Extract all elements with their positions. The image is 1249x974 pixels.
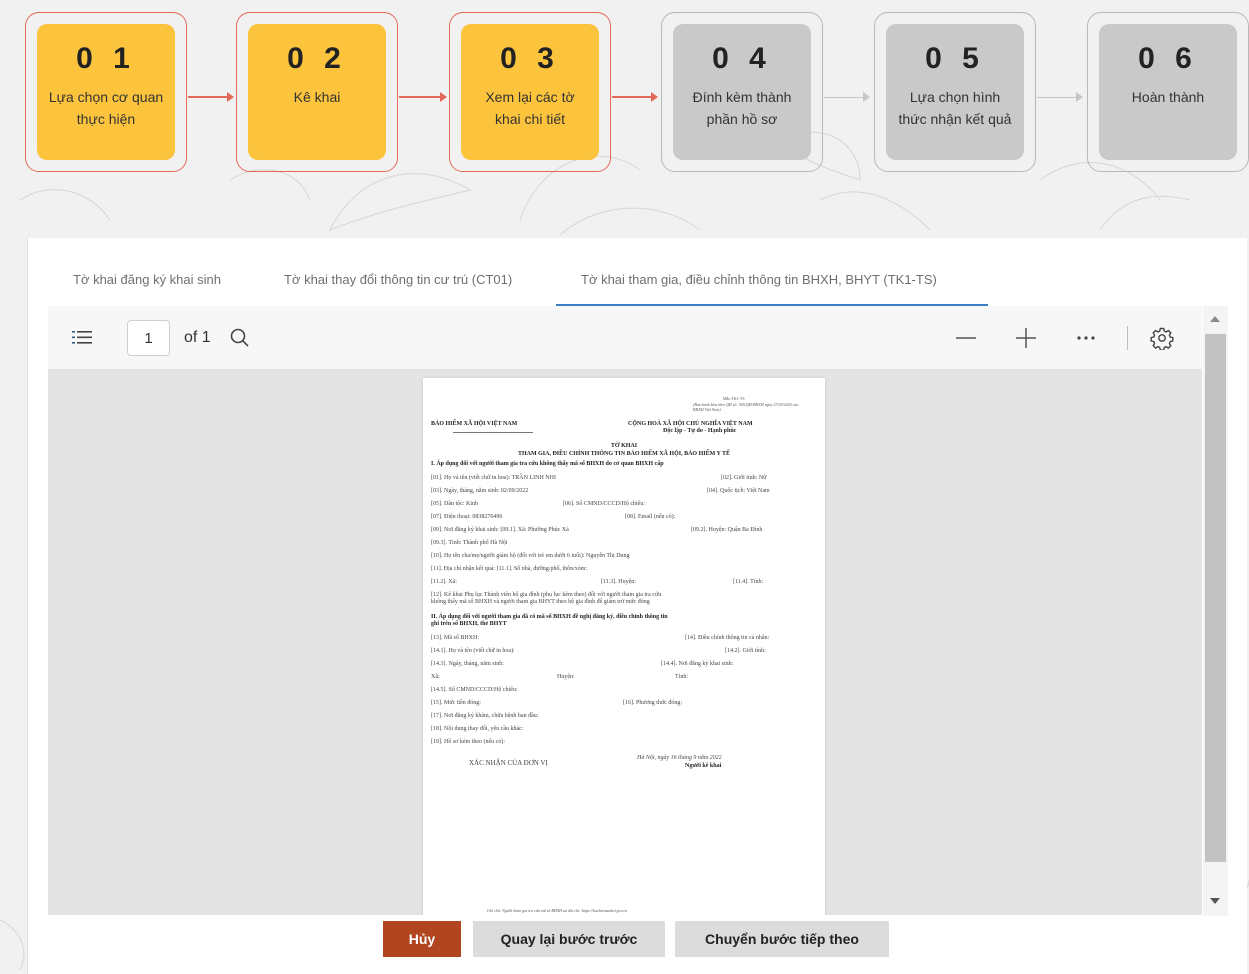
signer-label: Người kê khai bbox=[685, 763, 722, 769]
pdf-page: Mẫu TK1-TS (Ban hành kèm theo QĐ số: 505… bbox=[423, 378, 825, 915]
confirm-label: XÁC NHẬN CỦA ĐƠN VỊ bbox=[469, 759, 548, 767]
motto: Độc lập - Tự do - Hạnh phúc bbox=[663, 428, 737, 434]
form-line: [03]. Ngày, tháng, năm sinh: 02/09/2022 bbox=[431, 488, 529, 494]
form-line: [01]. Họ và tên (viết chữ in hoa): TRẦN … bbox=[431, 475, 556, 481]
form-line: [14.5]. Số CMND/CCCD/Hộ chiếu: bbox=[431, 687, 518, 693]
form-line: [11]. Địa chỉ nhận kết quả: [11.1]. Số n… bbox=[431, 566, 588, 572]
form-line: Huyện: bbox=[557, 674, 575, 680]
main-panel: Tờ khai đăng ký khai sinh Tờ khai thay đ… bbox=[27, 238, 1247, 974]
form-line: Tỉnh: bbox=[675, 674, 688, 680]
form-code: Mẫu TK1-TS bbox=[723, 396, 745, 401]
form-reference: (Ban hành kèm theo QĐ số: 505/QĐ-BHXH ng… bbox=[693, 402, 799, 412]
step-arrow bbox=[824, 90, 870, 104]
zoom-out-icon[interactable] bbox=[954, 326, 978, 350]
pdf-toolbar: of 1 bbox=[48, 306, 1202, 370]
step-label: Đính kèm thành phần hồ sơ bbox=[692, 89, 792, 127]
step-1[interactable]: 0 1 Lựa chọn cơ quan thực hiện bbox=[37, 24, 175, 160]
tab-bar: Tờ khai đăng ký khai sinh Tờ khai thay đ… bbox=[28, 238, 1248, 306]
doc-title: TỜ KHAI bbox=[610, 443, 638, 449]
pdf-viewer: of 1 bbox=[48, 306, 1228, 916]
step-arrow bbox=[1037, 90, 1083, 104]
tab-insurance-form[interactable]: Tờ khai tham gia, điều chỉnh thông tin B… bbox=[581, 272, 937, 287]
form-line: Xã: bbox=[431, 674, 440, 680]
pdf-scrollbar[interactable] bbox=[1203, 306, 1228, 916]
doc-subtitle: THAM GIA, ĐIỀU CHỈNH THÔNG TIN BẢO HIỂM … bbox=[517, 451, 731, 457]
form-line: [14.3]. Ngày, tháng, năm sinh: bbox=[431, 661, 504, 667]
form-line: [14.4]. Nơi đăng ký khai sinh: bbox=[661, 661, 734, 667]
step-2[interactable]: 0 2 Kê khai bbox=[248, 24, 386, 160]
step-number: 0 2 bbox=[287, 42, 347, 75]
scroll-down-icon[interactable] bbox=[1210, 898, 1220, 904]
org-underline bbox=[453, 432, 533, 433]
form-line: [14.1]. Họ và tên (viết chữ in hoa): bbox=[431, 648, 515, 654]
step-5[interactable]: 0 5 Lựa chọn hình thức nhận kết quả bbox=[886, 24, 1024, 160]
tab-residence-change[interactable]: Tờ khai thay đổi thông tin cư trú (CT01) bbox=[284, 272, 512, 287]
form-line: [06]. Số CMND/CCCD/Hộ chiếu: bbox=[563, 501, 646, 507]
form-line: [16]. Phương thức đóng: bbox=[623, 700, 683, 706]
form-line: [10]. Họ tên cha/mẹ/người giám hộ (đối v… bbox=[431, 553, 630, 559]
step-number: 0 5 bbox=[925, 42, 985, 75]
footer-note: Ghi chú: Người tham gia tra cứu mã số BH… bbox=[487, 908, 627, 913]
page-total: of 1 bbox=[184, 329, 211, 346]
back-button[interactable]: Quay lại bước trước bbox=[473, 921, 665, 957]
page-number-input[interactable] bbox=[127, 320, 170, 356]
form-line: [11.2]. Xã: bbox=[431, 579, 457, 585]
step-4[interactable]: 0 4 Đính kèm thành phần hồ sơ bbox=[673, 24, 811, 160]
form-line: [02]. Giới tính: Nữ bbox=[721, 475, 767, 481]
cancel-button[interactable]: Hủy bbox=[383, 921, 461, 957]
step-arrow bbox=[612, 90, 658, 104]
section-2-heading-cont: ghi trên sổ BHXH, thẻ BHYT bbox=[431, 621, 507, 627]
search-icon[interactable] bbox=[228, 326, 252, 350]
section-1-heading: I. Áp dụng đối với người tham gia tra cứ… bbox=[431, 461, 664, 467]
date-line: Hà Nội, ngày 16 tháng 9 năm 2022 bbox=[637, 755, 722, 761]
step-6[interactable]: 0 6 Hoàn thành bbox=[1099, 24, 1237, 160]
form-line: [08]. Email (nếu có): bbox=[625, 514, 676, 520]
step-label: Hoàn thành bbox=[1131, 89, 1205, 105]
scroll-up-icon[interactable] bbox=[1210, 316, 1220, 322]
step-number: 0 6 bbox=[1138, 42, 1198, 75]
scroll-thumb[interactable] bbox=[1205, 334, 1226, 862]
step-arrow bbox=[188, 90, 234, 104]
step-arrow bbox=[399, 90, 447, 104]
form-line: [15]. Mức tiền đóng: bbox=[431, 700, 481, 706]
next-step-button[interactable]: Chuyển bước tiếp theo bbox=[675, 921, 889, 957]
step-label: Xem lại các tờ khai chi tiết bbox=[485, 89, 575, 127]
form-line: [05]. Dân tộc: Kinh bbox=[431, 501, 478, 507]
step-number: 0 1 bbox=[76, 42, 136, 75]
step-label: Lựa chọn cơ quan thực hiện bbox=[48, 89, 164, 127]
form-line: [17]. Nơi đăng ký khám, chữa bệnh ban đầ… bbox=[431, 713, 539, 719]
form-line: [18]. Nội dung thay đổi, yêu cầu khác: bbox=[431, 726, 524, 732]
form-line: [04]. Quốc tịch: Việt Nam bbox=[707, 488, 770, 494]
step-label: Lựa chọn hình thức nhận kết quả bbox=[898, 89, 1012, 127]
form-line: [11.4]. Tỉnh: bbox=[733, 579, 764, 585]
step-number: 0 3 bbox=[500, 42, 560, 75]
form-line: [07]. Điện thoại: 0838276496 bbox=[431, 514, 503, 520]
form-line: [09.3]. Tỉnh: Thành phố Hà Nội bbox=[431, 540, 508, 546]
form-line: [14]. Điều chỉnh thông tin cá nhân: bbox=[685, 635, 770, 641]
progress-steps: 0 1 Lựa chọn cơ quan thực hiện 0 2 Kê kh… bbox=[0, 0, 1249, 240]
list-icon[interactable] bbox=[71, 326, 95, 350]
zoom-in-icon[interactable] bbox=[1014, 326, 1038, 350]
form-line: [09]. Nơi đăng ký khai sinh: [09.1]. Xã:… bbox=[431, 527, 569, 533]
settings-icon[interactable] bbox=[1150, 326, 1174, 351]
org-name: BẢO HIỂM XÃ HỘI VIỆT NAM bbox=[431, 421, 518, 427]
more-icon[interactable] bbox=[1074, 326, 1098, 350]
form-line: [14.2]. Giới tính: bbox=[725, 648, 766, 654]
step-3[interactable]: 0 3 Xem lại các tờ khai chi tiết bbox=[461, 24, 599, 160]
tab-birth-registration[interactable]: Tờ khai đăng ký khai sinh bbox=[73, 272, 221, 287]
form-line: [09.2]. Huyện: Quận Ba Đình bbox=[691, 527, 763, 533]
form-line: [13]. Mã số BHXH: bbox=[431, 635, 479, 641]
toolbar-divider bbox=[1127, 326, 1128, 350]
form-line: không thấy mã số BHXH và người tham gia … bbox=[431, 599, 650, 605]
form-line: [11.3]. Huyện: bbox=[601, 579, 636, 585]
pdf-canvas: Mẫu TK1-TS (Ban hành kèm theo QĐ số: 505… bbox=[48, 370, 1202, 915]
step-number: 0 4 bbox=[712, 42, 772, 75]
form-line: [19]. Hồ sơ kèm theo (nếu có): bbox=[431, 739, 505, 745]
step-label: Kê khai bbox=[293, 89, 341, 105]
